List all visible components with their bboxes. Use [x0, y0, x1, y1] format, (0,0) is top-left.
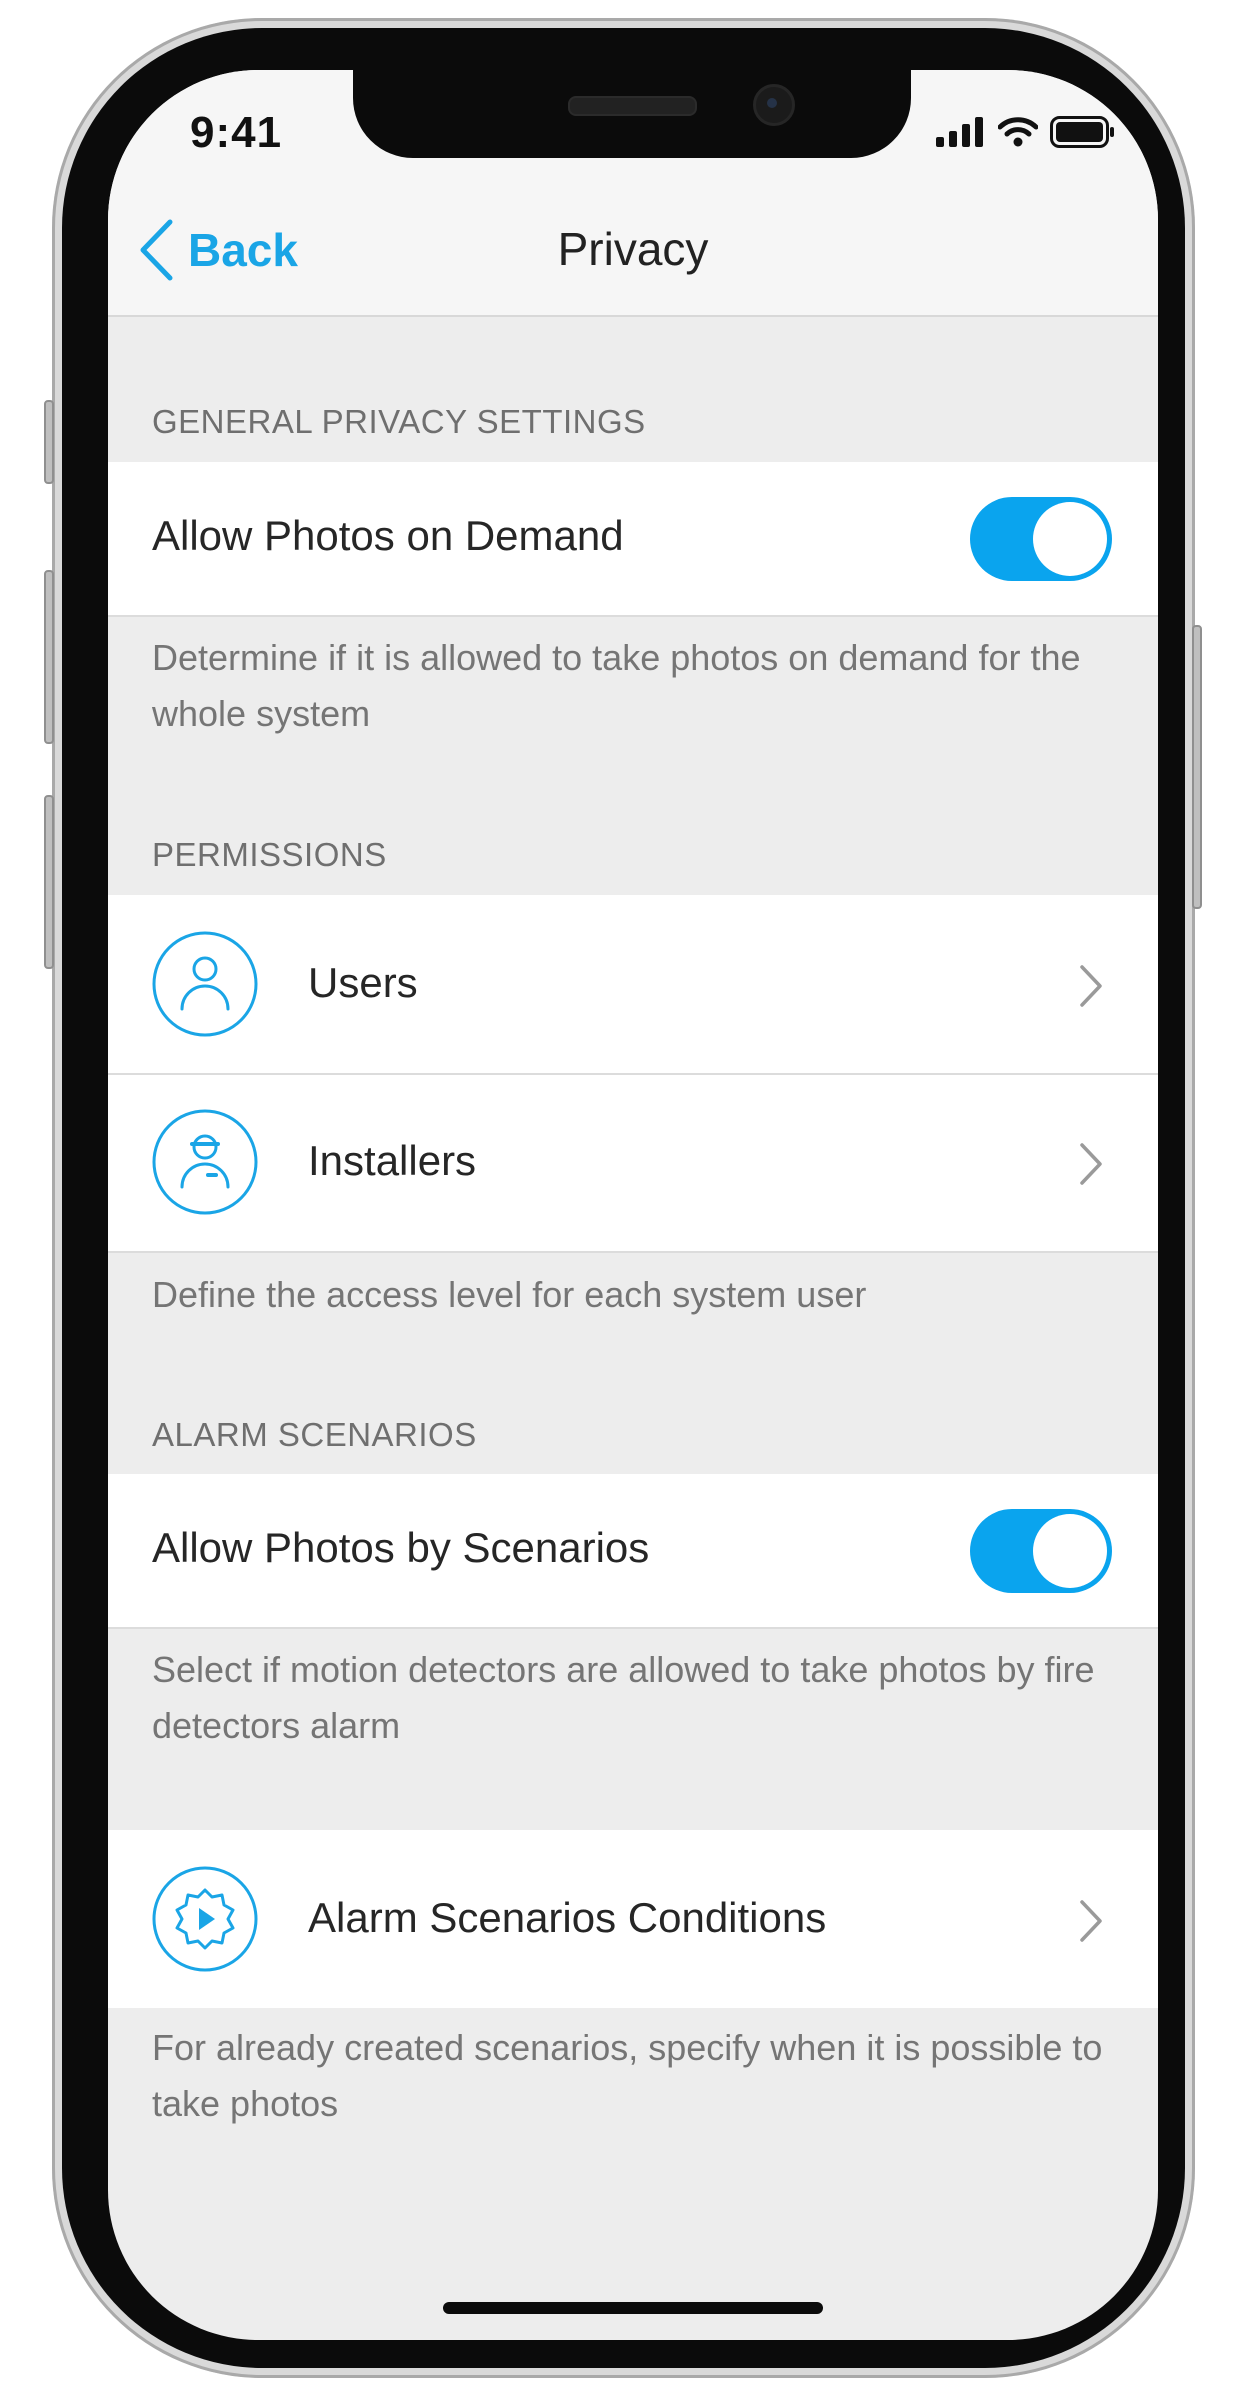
section-header-general: GENERAL PRIVACY SETTINGS [152, 403, 646, 440]
divider [108, 615, 1158, 617]
allow-photos-by-scenarios-label: Allow Photos by Scenarios [152, 1524, 650, 1571]
chevron-right-icon [1080, 965, 1102, 1007]
status-time: 9:41 [190, 108, 283, 157]
general-footer: Determine if it is allowed to take photo… [152, 637, 1081, 734]
mute-switch [44, 400, 54, 484]
home-indicator[interactable] [443, 2302, 823, 2314]
volume-down-button [44, 795, 54, 969]
permissions-footer: Define the access level for each system … [152, 1274, 867, 1315]
alarm-scenarios-conditions-label: Alarm Scenarios Conditions [308, 1894, 827, 1941]
camera [753, 84, 795, 126]
list-item-users[interactable]: Users [108, 895, 1158, 1073]
list-item-alarm-scenarios-conditions[interactable]: Alarm Scenarios Conditions [108, 1830, 1158, 2008]
nav-bar: Back Privacy [108, 180, 1158, 317]
users-label: Users [308, 959, 418, 1006]
wifi-icon [998, 117, 1038, 147]
allow-photos-on-demand-toggle[interactable] [970, 497, 1112, 581]
notch [353, 70, 911, 158]
allow-photos-on-demand-row: Allow Photos on Demand [108, 462, 1158, 615]
list-item-installers[interactable]: Installers [108, 1075, 1158, 1251]
allow-photos-by-scenarios-toggle[interactable] [970, 1509, 1112, 1593]
section-header-permissions: PERMISSIONS [152, 836, 387, 873]
divider [108, 1627, 1158, 1629]
conditions-footer: For already created scenarios, specify w… [152, 2027, 1103, 2124]
battery-icon [1050, 116, 1114, 148]
toggle-knob [1033, 502, 1107, 576]
screen: 9:41 Back Privacy GENERAL PRIVACY SETTIN… [108, 70, 1158, 2340]
section-header-alarm: ALARM SCENARIOS [152, 1416, 477, 1453]
chevron-right-icon [1080, 1143, 1102, 1185]
page-title: Privacy [557, 223, 709, 275]
divider [108, 1251, 1158, 1253]
allow-photos-by-scenarios-row: Allow Photos by Scenarios [108, 1474, 1158, 1627]
status-icons [936, 112, 1116, 152]
user-icon [152, 931, 258, 1037]
chevron-right-icon [1080, 1900, 1102, 1942]
installers-label: Installers [308, 1137, 477, 1184]
allow-photos-on-demand-label: Allow Photos on Demand [152, 512, 624, 559]
gear-play-icon [152, 1866, 258, 1972]
signal-icon [936, 117, 983, 147]
speaker [568, 96, 697, 116]
installer-icon [152, 1109, 258, 1215]
volume-up-button [44, 570, 54, 744]
toggle-knob [1033, 1514, 1107, 1588]
alarm-footer: Select if motion detectors are allowed t… [152, 1649, 1095, 1746]
power-button [1192, 625, 1202, 909]
